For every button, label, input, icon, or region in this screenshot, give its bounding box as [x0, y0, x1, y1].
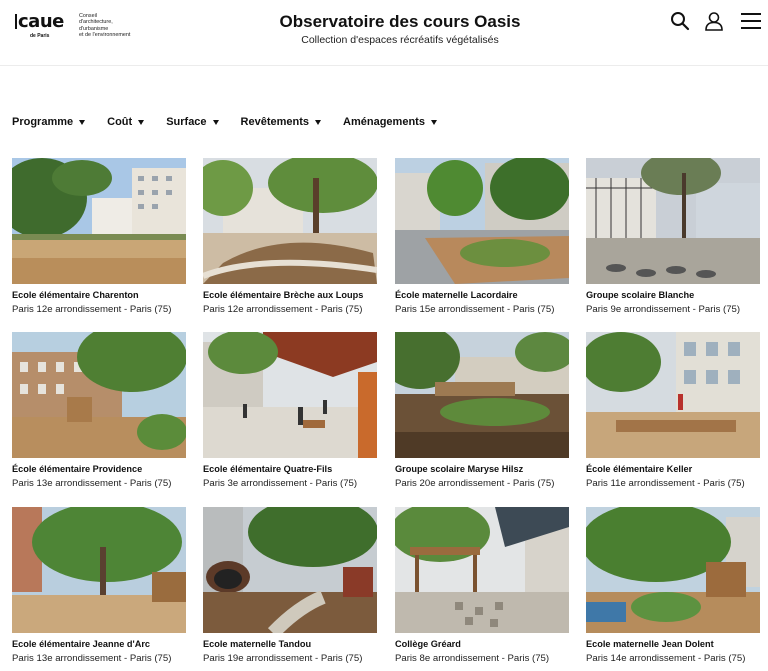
school-photo — [12, 332, 186, 458]
card-title: Ecole élémentaire Charenton — [12, 290, 139, 300]
logo-text: Conseil d'architecture, d'urbanisme et d… — [79, 13, 131, 39]
school-card[interactable]: Ecole élémentaire Jeanne d'Arc Paris 13e… — [12, 507, 186, 664]
caret-down-icon — [430, 120, 437, 125]
caret-down-icon — [315, 120, 322, 125]
page-subtitle: Collection d'espaces récréatifs végétali… — [301, 34, 499, 46]
school-card[interactable]: Groupe scolaire Blanche Paris 9e arrondi… — [586, 158, 760, 315]
caue-logo[interactable]: caue de Paris Conseil d'architecture, d'… — [15, 13, 140, 43]
card-title: Ecole élémentaire Quatre-Fils — [203, 464, 333, 474]
school-card[interactable]: Groupe scolaire Maryse Hilsz Paris 20e a… — [395, 332, 569, 489]
card-subtitle: Paris 12e arrondissement - Paris (75) — [203, 304, 363, 315]
card-subtitle: Paris 20e arrondissement - Paris (75) — [395, 478, 555, 489]
school-card[interactable]: Ecole élémentaire Quatre-Fils Paris 3e a… — [203, 332, 377, 489]
school-photo — [395, 332, 569, 458]
filter-label: Coût — [107, 116, 133, 128]
card-subtitle: Paris 13e arrondissement - Paris (75) — [12, 653, 172, 664]
card-subtitle: Paris 12e arrondissement - Paris (75) — [12, 304, 172, 315]
school-photo — [12, 507, 186, 633]
search-icon[interactable] — [670, 11, 690, 31]
filter-surface[interactable]: Surface — [166, 114, 219, 130]
school-photo — [395, 158, 569, 284]
card-title: École élémentaire Providence — [12, 464, 143, 474]
card-subtitle: Paris 8e arrondissement - Paris (75) — [395, 653, 550, 664]
school-photo — [12, 158, 186, 284]
school-photo — [203, 507, 377, 633]
school-photo — [203, 158, 377, 284]
card-title: Ecole élémentaire Brèche aux Loups — [203, 290, 364, 300]
filter-cout[interactable]: Coût — [107, 114, 145, 130]
school-card[interactable]: Ecole maternelle Jean Dolent Paris 14e a… — [586, 507, 760, 664]
school-photo — [395, 507, 569, 633]
card-subtitle: Paris 3e arrondissement - Paris (75) — [203, 478, 358, 489]
title-block: Observatoire des cours Oasis Collection … — [200, 12, 600, 46]
card-title: Groupe scolaire Maryse Hilsz — [395, 464, 524, 474]
filter-label: Programme — [12, 116, 74, 128]
school-photo — [586, 158, 760, 284]
card-subtitle: Paris 13e arrondissement - Paris (75) — [12, 478, 172, 489]
school-card[interactable]: École élémentaire Keller Paris 11e arron… — [586, 332, 760, 489]
card-subtitle: Paris 11e arrondissement - Paris (75) — [586, 478, 745, 489]
caret-down-icon — [138, 120, 145, 125]
page-title[interactable]: Observatoire des cours Oasis — [200, 12, 600, 32]
card-subtitle: Paris 9e arrondissement - Paris (75) — [586, 304, 741, 315]
menu-icon[interactable] — [740, 11, 762, 31]
card-subtitle: Paris 14e arrondissement - Paris (75) — [586, 653, 746, 664]
filter-label: Aménagements — [343, 116, 425, 128]
school-card[interactable]: Collège Gréard Paris 8e arrondissement -… — [395, 507, 569, 664]
filter-label: Surface — [166, 116, 207, 128]
card-title: Groupe scolaire Blanche — [586, 290, 695, 300]
card-title: Ecole maternelle Jean Dolent — [586, 639, 714, 649]
school-photo — [586, 507, 760, 633]
card-title: École maternelle Lacordaire — [395, 290, 518, 300]
filter-amenagements[interactable]: Aménagements — [343, 114, 437, 130]
card-subtitle: Paris 15e arrondissement - Paris (75) — [395, 304, 555, 315]
card-title: Ecole élémentaire Jeanne d'Arc — [12, 639, 151, 649]
caret-down-icon — [212, 120, 219, 125]
card-title: École élémentaire Keller — [586, 464, 693, 474]
filter-programme[interactable]: Programme — [12, 114, 86, 130]
school-card[interactable]: Ecole élémentaire Charenton Paris 12e ar… — [12, 158, 186, 315]
logo-mark: caue — [15, 13, 64, 31]
logo-sub: de Paris — [30, 33, 50, 39]
site-header: caue de Paris Conseil d'architecture, d'… — [0, 0, 768, 66]
school-photo — [586, 332, 760, 458]
card-title: Collège Gréard — [395, 639, 461, 649]
filter-revetements[interactable]: Revêtements — [240, 114, 322, 130]
school-card[interactable]: École maternelle Lacordaire Paris 15e ar… — [395, 158, 569, 315]
card-subtitle: Paris 19e arrondissement - Paris (75) — [203, 653, 363, 664]
filter-bar: Programme Coût Surface Revêtements Aména… — [12, 114, 459, 130]
user-icon[interactable] — [704, 11, 724, 31]
school-photo — [203, 332, 377, 458]
card-title: Ecole maternelle Tandou — [203, 639, 312, 649]
caret-down-icon — [79, 120, 86, 125]
school-card[interactable]: Ecole maternelle Tandou Paris 19e arrond… — [203, 507, 377, 664]
school-card[interactable]: École élémentaire Providence Paris 13e a… — [12, 332, 186, 489]
school-card[interactable]: Ecole élémentaire Brèche aux Loups Paris… — [203, 158, 377, 315]
filter-label: Revêtements — [240, 116, 310, 128]
